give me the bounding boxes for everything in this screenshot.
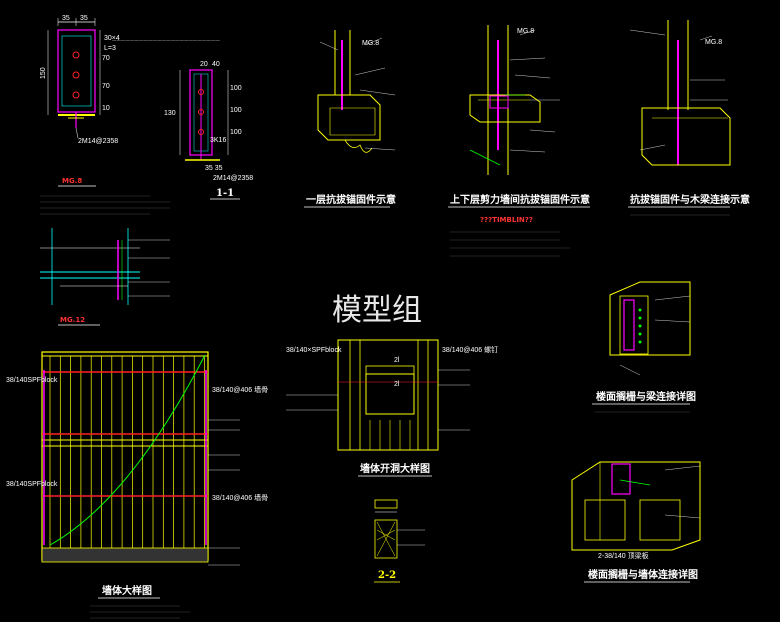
- opening-label-right: 38/140@406 螺钉: [442, 345, 498, 354]
- joist2-title: 楼面搁栅与墙体连接详图: [588, 568, 698, 581]
- wall-detail: 38/140SPFblock 38/140SPFblock 38/140@406…: [6, 351, 268, 619]
- sec22-title: 2-2: [378, 570, 396, 581]
- drawing-sheet: 35 35 150 70 70 10 30×4 L=3 2M14@2358 MG…: [6, 15, 750, 619]
- diag3-title: 抗拔锚固件与木梁连接示意: [630, 193, 750, 206]
- mg12-title: MG.12: [60, 316, 85, 324]
- sec11-side-a: 100: [230, 85, 242, 92]
- diagram-anchor-wood-beam: MG.8 抗拔锚固件与木梁连接示意: [628, 20, 750, 216]
- sec11-top-a: 20: [200, 61, 208, 68]
- watermark: 模型组: [332, 293, 422, 328]
- diagram-first-floor-anchor: MG.8 一层抗拔锚固件示意: [304, 30, 396, 208]
- opening-detail: 2l 2l 38/140×SPFblock 38/140@406 螺钉 墙体开洞…: [286, 339, 498, 477]
- opening-mark-b: 2l: [394, 381, 400, 388]
- sec11-top-b: 40: [212, 61, 220, 68]
- mg12-detail: MG.12: [40, 228, 170, 326]
- wall-label-a: 38/140SPFblock: [6, 377, 58, 384]
- wall-label-r2: 38/140@406 墙骨: [212, 493, 268, 502]
- joist-wall-detail: 2-38/140 顶梁板 楼面搁栅与墙体连接详图: [571, 461, 701, 583]
- diag1-title: 一层抗拔锚固件示意: [306, 193, 396, 206]
- joist1-title: 楼面搁栅与梁连接详图: [596, 390, 696, 403]
- opening-title: 墙体开洞大样图: [360, 462, 430, 475]
- sec11-title: 1-1: [216, 188, 234, 199]
- diag2-tag: MG.8: [517, 28, 534, 35]
- mg8-side-a: 70: [102, 55, 110, 62]
- mg8-side-c: 10: [102, 105, 110, 112]
- cad-canvas: 35 35 150 70 70 10 30×4 L=3 2M14@2358 MG…: [0, 0, 780, 622]
- joist-beam-detail: 楼面搁栅与梁连接详图: [592, 281, 696, 413]
- sec11-small: 3K16: [210, 137, 226, 144]
- mg8-detail: 35 35 150 70 70 10 30×4 L=3 2M14@2358 MG…: [40, 15, 221, 215]
- wall-label-r1: 38/140@406 墙骨: [212, 385, 268, 394]
- wall-title: 墙体大样图: [102, 584, 152, 597]
- diag1-tag: MG.8: [362, 40, 379, 47]
- mg8-dim-a: 35: [62, 15, 70, 22]
- opening-mark-a: 2l: [394, 357, 400, 364]
- sec11-callout: 2M14@2358: [213, 175, 253, 182]
- joist2-label: 2-38/140 顶梁板: [598, 551, 649, 560]
- opening-label-left: 38/140×SPFblock: [286, 347, 342, 354]
- svg-text:————————————————————————: ————————————————————————: [112, 39, 221, 44]
- diagram-shear-wall-anchor: MG.8 上下层剪力墙间抗拔锚固件示意 ???TIMBLIN??: [448, 25, 590, 257]
- diag2-title: 上下层剪力墙间抗拔锚固件示意: [450, 193, 590, 206]
- diag2-red-note: ???TIMBLIN??: [480, 216, 533, 224]
- mg8-callout: 2M14@2358: [78, 138, 118, 145]
- sec11-side-b: 100: [230, 107, 242, 114]
- sec11-left: 130: [164, 110, 176, 117]
- mg8-small: L=3: [104, 45, 116, 52]
- sec11-bottom: 35 35: [205, 165, 223, 172]
- section-1-1: 20 40 130 100 100 100 3K16 35 35 2M14@23…: [164, 61, 253, 200]
- mg8-title: MG.8: [62, 177, 82, 185]
- mg8-dim-b: 35: [80, 15, 88, 22]
- sec11-side-c: 100: [230, 129, 242, 136]
- mg8-height: 150: [40, 67, 47, 79]
- wall-label-b: 38/140SPFblock: [6, 481, 58, 488]
- section-2-2: 2-2: [374, 499, 425, 583]
- diag3-tag: MG.8: [705, 39, 722, 46]
- mg8-side-b: 70: [102, 83, 110, 90]
